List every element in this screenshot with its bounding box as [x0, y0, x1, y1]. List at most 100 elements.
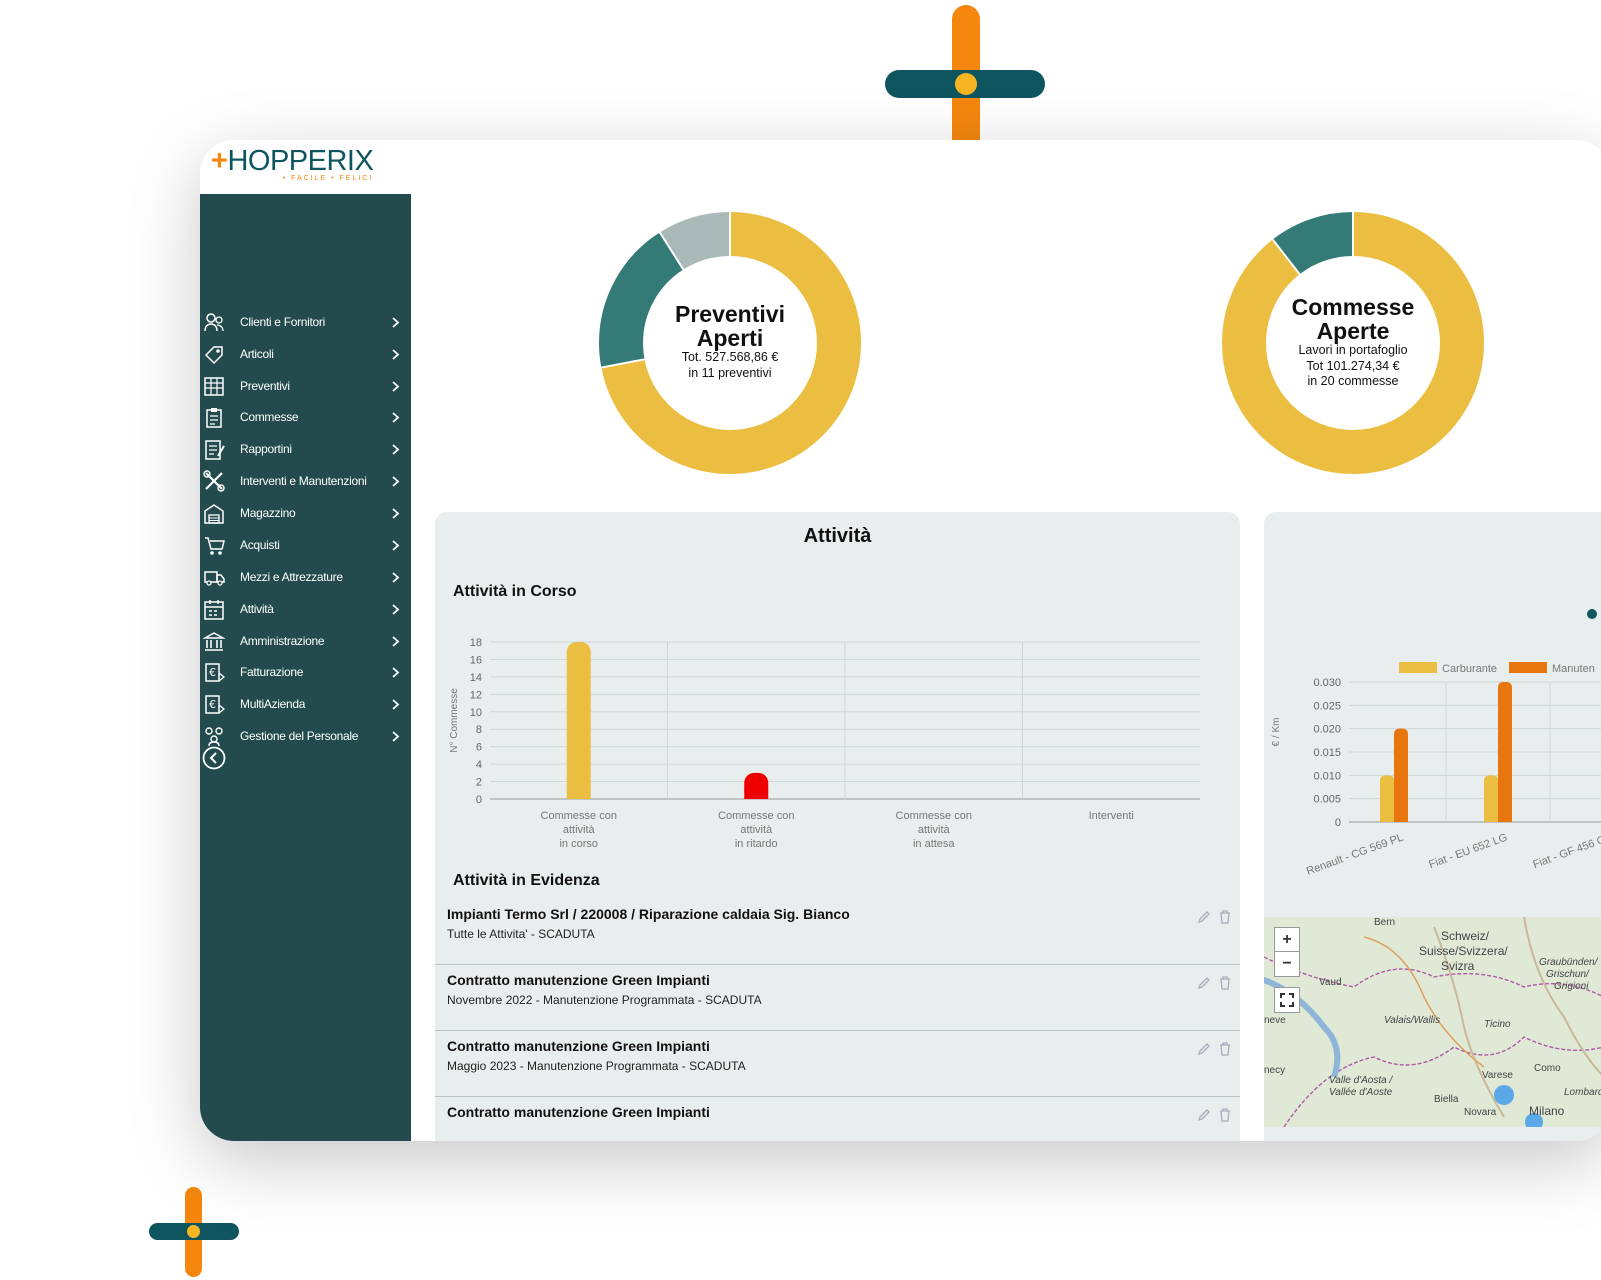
chevron-right-icon: [392, 730, 400, 742]
sidebar-item-articoli[interactable]: Articoli: [200, 339, 411, 369]
vehicle-map[interactable]: Bern Schweiz/ Suisse/Svizzera/ Svizra Gr…: [1264, 917, 1601, 1127]
list-item-actions: [1197, 910, 1231, 929]
mezzi-bar-chart: 0 0.005 0.010 0.015 0.020 0.025 0.030 € / Km Car…: [1271, 662, 1601, 878]
invoice-icon: €: [205, 695, 225, 714]
main-content: Preventivi Aperti Tot. 527.568,86 € in 1…: [411, 194, 1601, 1141]
x-tick-label: attività: [918, 824, 951, 836]
legend-label: Manuten: [1552, 663, 1595, 675]
x-tick-label: Commesse con: [896, 810, 972, 822]
sidebar-item-label: Amministrazione: [240, 634, 325, 648]
sidebar-item-label: Fatturazione: [240, 665, 304, 679]
list-item-actions: [1197, 976, 1231, 995]
bar[interactable]: [1380, 775, 1394, 822]
map-label: Bern: [1374, 917, 1396, 928]
bar[interactable]: [566, 642, 591, 799]
y-tick-label: 8: [476, 724, 482, 736]
sidebar-item-label: Attività: [240, 602, 274, 616]
chevron-right-icon: [392, 698, 400, 710]
card-title: Attività: [803, 525, 872, 547]
svg-text:€: €: [209, 666, 216, 679]
y-tick-label: 0.010: [1313, 770, 1341, 782]
sidebar-item-label: Articoli: [240, 347, 274, 361]
evidenza-list: Impianti Termo Srl / 220008 / Riparazion…: [435, 898, 1240, 1141]
edit-pencil-icon[interactable]: [1197, 910, 1211, 924]
edit-pencil-icon[interactable]: [1197, 976, 1211, 990]
trash-icon[interactable]: [1219, 1042, 1231, 1056]
report-icon: [205, 440, 225, 460]
map-label: Biella: [1434, 1094, 1459, 1105]
sidebar-item-label: Interventi e Manutenzioni: [240, 474, 367, 488]
y-tick-label: 0: [1335, 817, 1341, 829]
sidebar-item-fatturazione[interactable]: € Fatturazione: [200, 657, 411, 687]
sidebar-item-gestione-del-personale[interactable]: Gestione del Personale: [200, 721, 411, 751]
x-tick-label: attività: [740, 824, 773, 836]
invoice-icon: €: [205, 663, 225, 682]
trash-icon[interactable]: [1219, 976, 1231, 990]
sidebar-item-attivit[interactable]: Attività: [200, 594, 411, 624]
map-label: Como: [1534, 1063, 1561, 1074]
map-label: Varese: [1482, 1070, 1513, 1081]
trash-icon[interactable]: [1219, 1108, 1231, 1122]
zoom-out-button[interactable]: −: [1274, 951, 1300, 977]
sidebar-item-interventi-e-manutenzioni[interactable]: Interventi e Manutenzioni: [200, 466, 411, 496]
donut-subtitle: Lavori in portafoglio: [1298, 343, 1408, 357]
y-tick-label: 0.015: [1313, 747, 1341, 759]
sidebar-item-rapportini[interactable]: Rapportini: [200, 434, 411, 464]
trash-icon[interactable]: [1219, 910, 1231, 924]
list-item[interactable]: Impianti Termo Srl / 220008 / Riparazion…: [435, 898, 1240, 965]
list-item-actions: [1197, 1042, 1231, 1061]
sidebar-item-label: Gestione del Personale: [240, 729, 359, 743]
map-label: Ticino: [1484, 1019, 1511, 1030]
sidebar-item-preventivi[interactable]: Preventivi: [200, 371, 411, 401]
list-item[interactable]: Contratto manutenzione Green Impianti Nov…: [435, 964, 1240, 1031]
edit-pencil-icon[interactable]: [1197, 1042, 1211, 1056]
sidebar-item-acquisti[interactable]: Acquisti: [200, 530, 411, 560]
map-label: Lombard: [1564, 1087, 1601, 1098]
sidebar-item-clienti-e-fornitori[interactable]: Clienti e Fornitori: [200, 307, 411, 337]
clipboard-icon: [206, 408, 222, 428]
bar[interactable]: [1484, 775, 1498, 822]
y-axis-label: N° Commesse: [449, 688, 460, 753]
calendar-icon: [204, 600, 224, 620]
donut-total: Tot 101.274,34 €: [1306, 358, 1400, 373]
legend-label: Carburante: [1442, 663, 1497, 675]
chevron-left-circle-icon: [202, 746, 226, 770]
map-marker[interactable]: [1494, 1085, 1514, 1105]
bar-base: [566, 789, 591, 799]
sidebar-item-mezzi-e-attrezzature[interactable]: Mezzi e Attrezzature: [200, 562, 411, 592]
sidebar-item-amministrazione[interactable]: Amministrazione: [200, 626, 411, 656]
map-label: Valais/Wallis: [1384, 1015, 1441, 1026]
sidebar-collapse-button[interactable]: [202, 746, 226, 770]
sidebar-item-magazzino[interactable]: Magazzino: [200, 498, 411, 528]
team-icon: [205, 727, 223, 747]
bar-base: [1380, 816, 1394, 822]
hopperix-logo[interactable]: +HOPPERIX • FACILE • FELICI: [211, 145, 374, 182]
sidebar-item-commesse[interactable]: Commesse: [200, 402, 411, 432]
y-tick-label: 0.020: [1313, 724, 1341, 736]
list-item[interactable]: Contratto manutenzione Green Impianti: [435, 1096, 1240, 1141]
sidebar-item-label: MultiAzienda: [240, 697, 306, 711]
map-label: necy: [1264, 1065, 1286, 1076]
edit-pencil-icon[interactable]: [1197, 1108, 1211, 1122]
brand-cross-top: [885, 5, 1045, 140]
zoom-in-button[interactable]: +: [1274, 927, 1300, 953]
bar[interactable]: [1394, 728, 1408, 822]
sidebar: Clienti e Fornitori Articoli Preventivi Com…: [200, 194, 411, 1141]
bank-icon: [203, 632, 225, 651]
section-title-evidenza: Attività in Evidenza: [453, 872, 600, 889]
y-tick-label: 0: [476, 794, 482, 806]
sidebar-item-label: Preventivi: [240, 379, 290, 393]
bar[interactable]: [1498, 682, 1512, 822]
carousel-dot[interactable]: [1587, 609, 1597, 619]
x-tick-label: Fiat - GF 456 OL: [1531, 832, 1601, 872]
top-bar: +HOPPERIX • FACILE • FELICI: [200, 140, 1601, 194]
donut-title: Aperte: [1316, 318, 1390, 344]
list-item[interactable]: Contratto manutenzione Green Impianti Mag…: [435, 1030, 1240, 1097]
fullscreen-button[interactable]: [1274, 987, 1300, 1013]
sidebar-item-multiazienda[interactable]: € MultiAzienda: [200, 689, 411, 719]
sidebar-item-label: Acquisti: [240, 538, 280, 552]
donut-title: Commesse: [1291, 294, 1415, 320]
map-label: Graubünden/: [1539, 957, 1598, 968]
y-tick-label: 0.025: [1313, 700, 1341, 712]
sidebar-item-label: Mezzi e Attrezzature: [240, 570, 343, 584]
